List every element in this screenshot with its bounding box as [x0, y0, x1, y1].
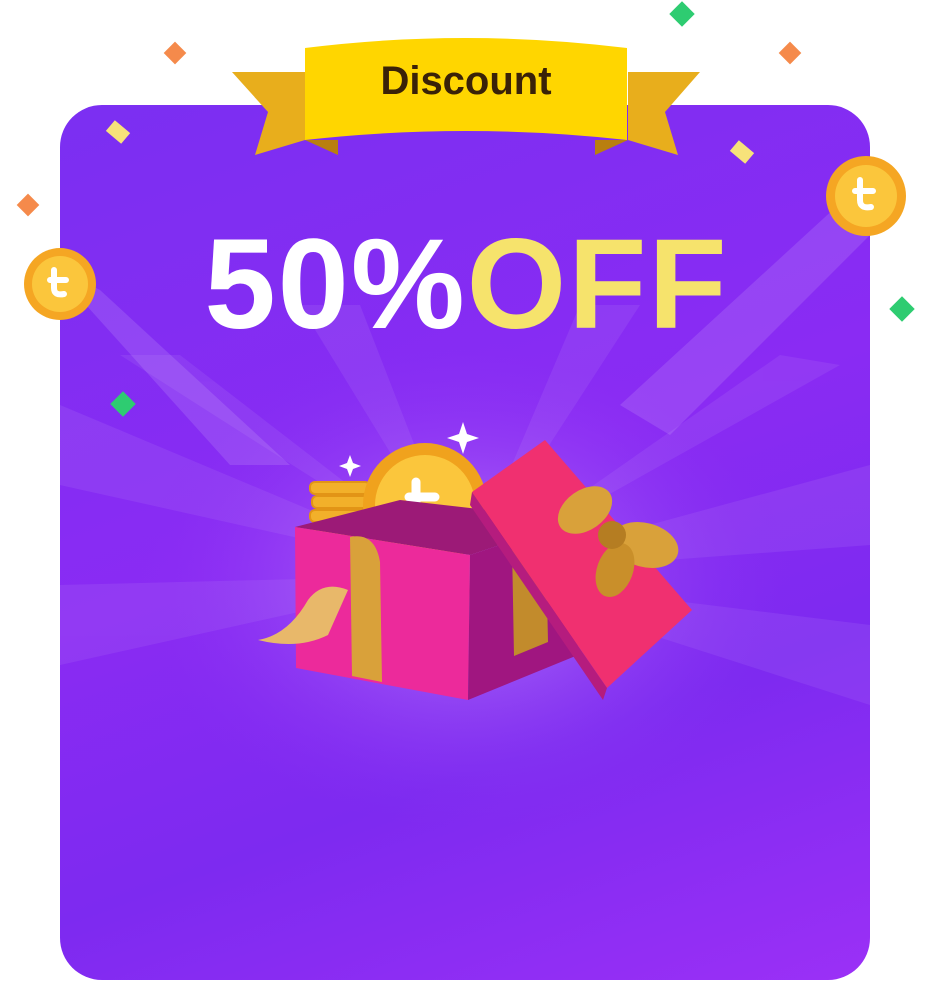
decoration-layer	[16, 1, 915, 700]
discount-percent: 50%	[204, 213, 467, 356]
discount-promo: Discount 50%OFF	[0, 0, 933, 981]
discount-headline: 50%OFF	[0, 215, 933, 355]
gift-box-icon	[258, 440, 692, 700]
discount-label: Discount	[380, 59, 552, 103]
discount-off: OFF	[466, 213, 729, 356]
